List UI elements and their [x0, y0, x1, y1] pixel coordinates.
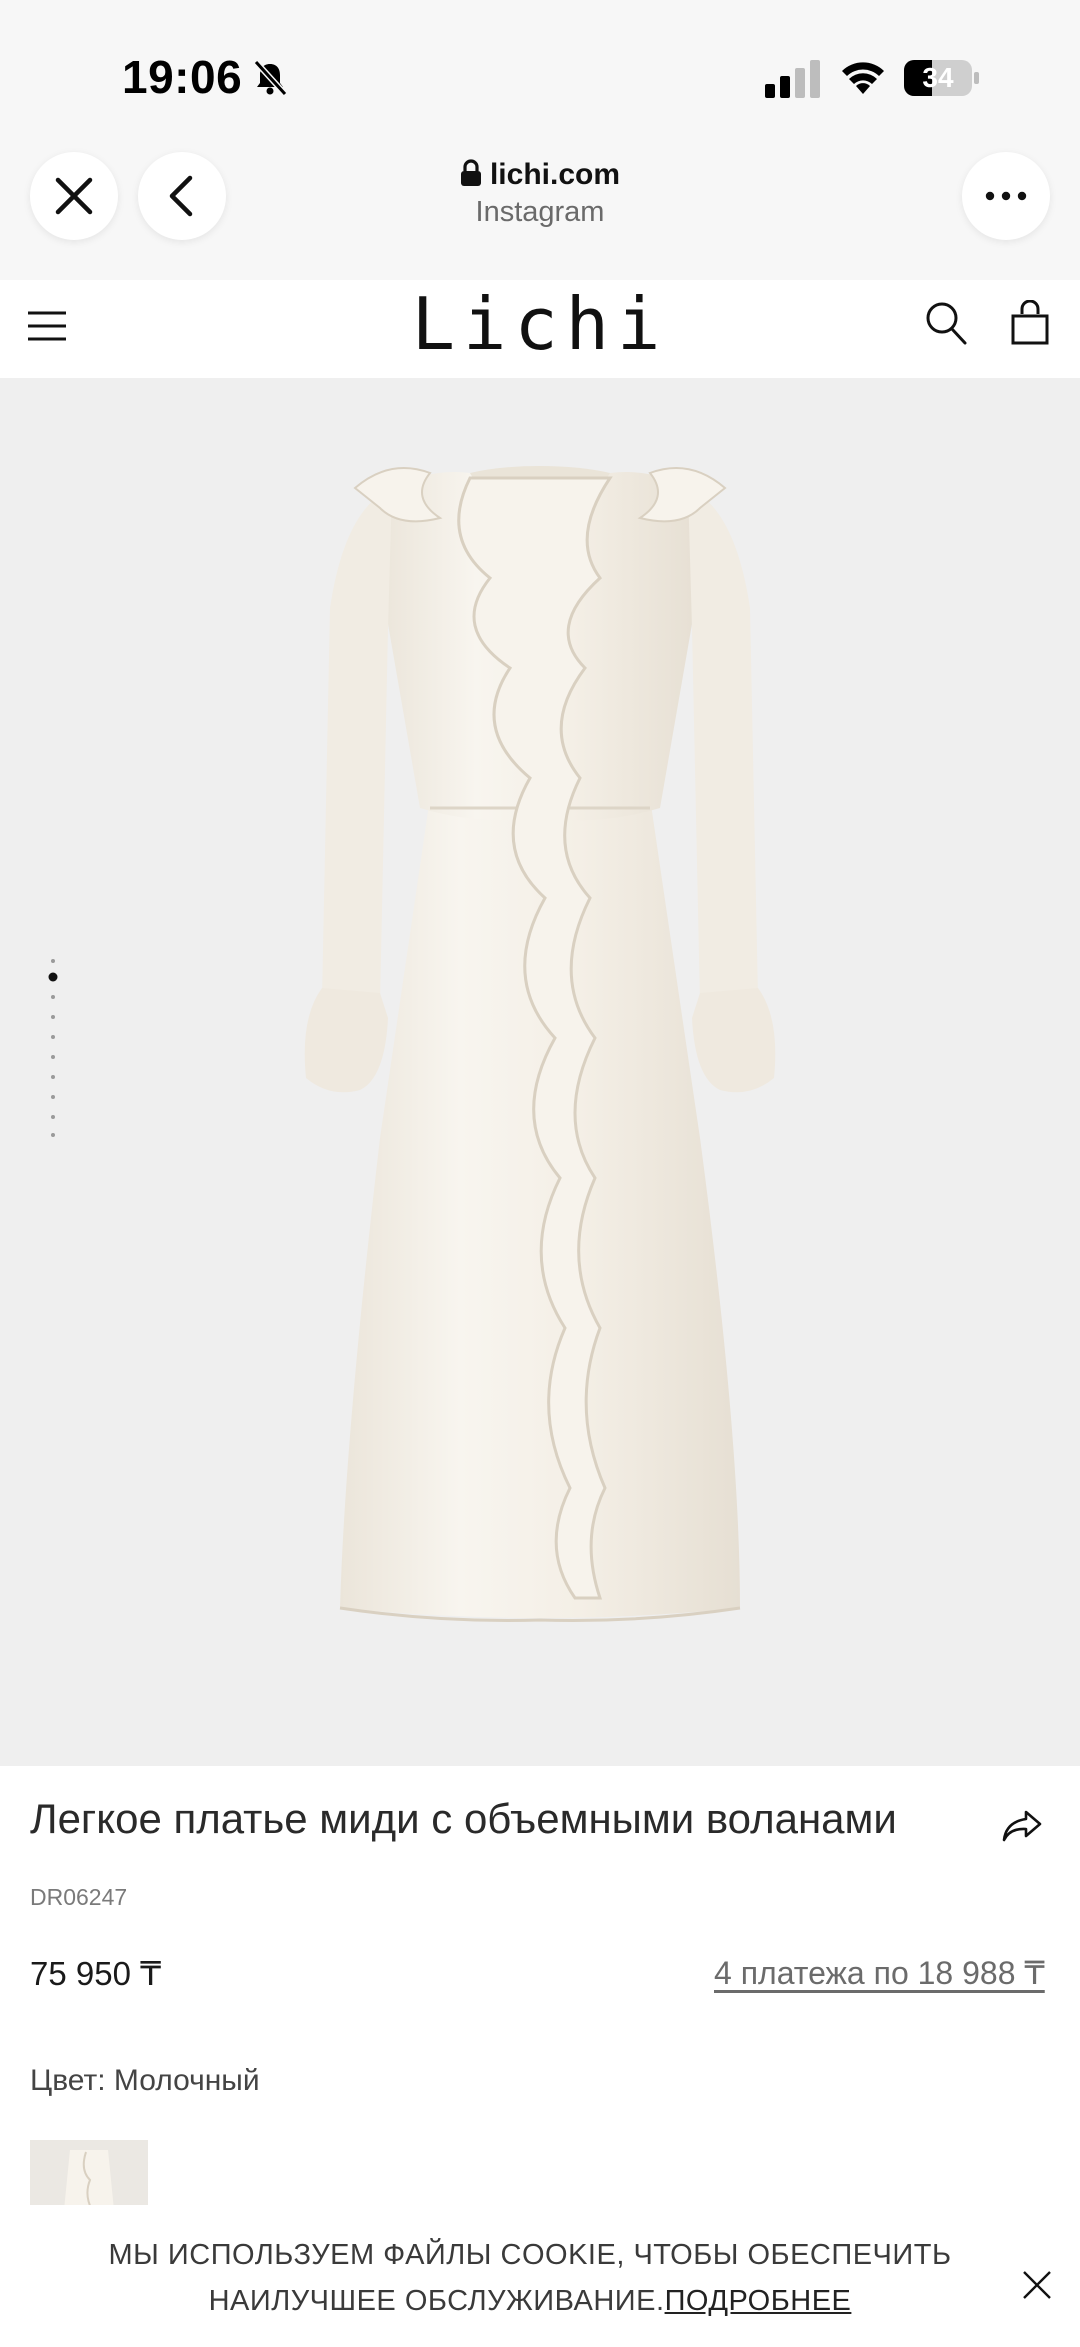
ellipsis-icon — [985, 191, 1027, 201]
wifi-icon — [842, 62, 884, 94]
url-label: lichi.com — [489, 158, 621, 191]
color-label: Цвет: Молочный — [30, 2064, 260, 2097]
referrer-label: Instagram — [475, 196, 605, 228]
back-button[interactable] — [138, 152, 226, 240]
close-icon — [55, 177, 93, 215]
cookie-more-link[interactable]: ПОДРОБНЕЕ — [665, 2285, 852, 2317]
more-options-button[interactable] — [962, 152, 1050, 240]
shopping-bag-icon[interactable] — [1010, 300, 1050, 346]
swatch-dress-image — [30, 2140, 148, 2210]
lock-icon — [460, 159, 481, 186]
battery-level: 34 — [922, 62, 954, 93]
battery-icon: 34 — [904, 60, 980, 96]
share-icon[interactable] — [1000, 1808, 1044, 1844]
address-bar[interactable]: lichi.com Instagram — [340, 158, 740, 229]
installments-link[interactable]: 4 платежа по 18 988 ₸ — [714, 1954, 1045, 1992]
product-price: 75 950 ₸ — [30, 1955, 162, 1992]
image-pagination[interactable] — [46, 955, 60, 1140]
url-text: lichi.com — [340, 158, 740, 192]
cellular-signal-icon — [765, 60, 820, 98]
product-title: Легкое платье миди с объемными воланами — [30, 1795, 897, 1842]
product-image[interactable] — [0, 378, 1080, 1766]
status-time: 19:06 — [122, 51, 243, 103]
color-swatch-thumbnail[interactable] — [30, 2140, 148, 2210]
close-button[interactable] — [30, 152, 118, 240]
close-icon[interactable] — [1022, 2270, 1052, 2300]
cookie-message: МЫ ИСПОЛЬЗУЕМ ФАЙЛЫ COOKIE, ЧТОБЫ ОБЕСПЕ… — [30, 2232, 1030, 2324]
product-sku: DR06247 — [30, 1884, 128, 1910]
dress-illustration — [304, 466, 776, 1622]
silent-bell-icon — [253, 59, 288, 97]
search-icon[interactable] — [924, 300, 968, 346]
site-logo[interactable]: Lichi — [400, 282, 680, 366]
chevron-left-icon — [169, 175, 193, 217]
hamburger-menu-icon[interactable] — [26, 305, 68, 347]
